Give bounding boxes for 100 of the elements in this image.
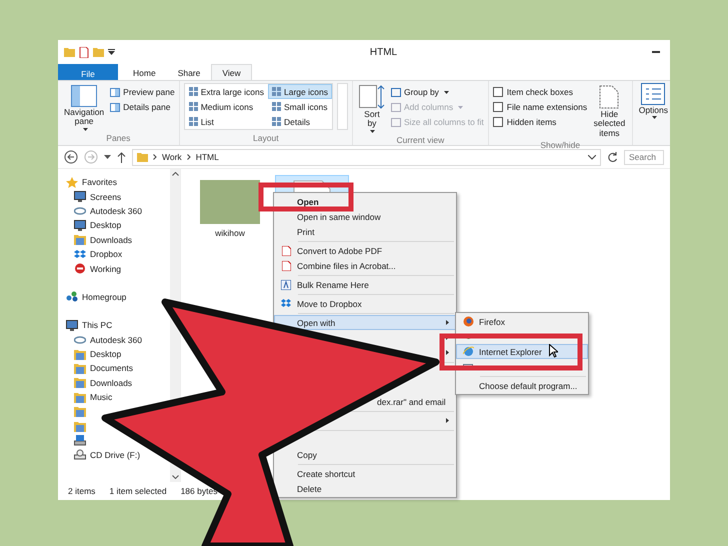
nav-item[interactable]: CD Drive (F:) — [90, 450, 140, 460]
star-icon — [66, 176, 78, 188]
nav-item[interactable]: Music — [90, 392, 112, 402]
grid-icon — [272, 102, 281, 111]
file-item[interactable]: wikihow — [193, 175, 267, 243]
nav-item[interactable]: Working — [90, 264, 122, 274]
checkbox[interactable]: Item check boxes — [492, 85, 588, 99]
nav-item[interactable]: Desktop — [90, 220, 122, 230]
menu-item[interactable]: Open in same window — [297, 212, 381, 222]
network-icon — [66, 291, 78, 302]
caret-icon — [82, 128, 88, 131]
address-bar[interactable]: Work HTML — [132, 148, 601, 166]
menu-item[interactable]: dex.rar" and email — [377, 396, 446, 406]
caret-icon — [370, 130, 376, 133]
group-caption: Current view — [396, 134, 446, 145]
caret-icon — [444, 90, 449, 94]
photo-placeholder — [200, 180, 260, 224]
ribbon-tab[interactable]: Share — [166, 64, 212, 80]
menu-item[interactable]: Print — [297, 226, 314, 236]
cloud-icon — [74, 205, 86, 216]
window-title: HTML — [368, 46, 398, 58]
nav-item[interactable]: Desktop — [90, 349, 122, 360]
mouse-cursor-icon — [549, 344, 558, 358]
nav-item[interactable]: Downloads — [90, 234, 132, 245]
folder-icon — [74, 234, 86, 246]
checkbox[interactable]: File name extensions — [492, 100, 588, 114]
folder-icon — [137, 152, 148, 162]
ribbon-tab[interactable]: Home — [122, 64, 167, 80]
rename-icon — [281, 280, 291, 290]
menu-item[interactable]: Delete — [297, 484, 322, 494]
file-name: wikihow — [215, 228, 245, 238]
nav-item[interactable]: Screens — [90, 192, 122, 202]
layout-option[interactable]: Details — [268, 114, 332, 129]
menu-item[interactable]: Open with — [297, 318, 336, 328]
view-command[interactable]: Group by — [390, 85, 484, 99]
pane-layout-icon — [110, 88, 120, 96]
back-icon[interactable] — [64, 150, 78, 164]
search-field[interactable]: Search — [624, 150, 664, 164]
navigation-pane-button[interactable]: Navigation pane — [62, 83, 106, 133]
scroll-down-icon[interactable] — [172, 475, 178, 479]
menu-item[interactable]: Combine files in Acrobat... — [297, 260, 396, 270]
pane-button[interactable]: Preview pane — [110, 85, 175, 99]
nav-item[interactable]: This PC — [82, 320, 112, 330]
monitor-icon — [74, 191, 86, 202]
breadcrumb[interactable]: HTML — [196, 152, 219, 162]
layout-option[interactable]: Extra large icons — [184, 84, 268, 99]
folder-icon — [74, 348, 86, 360]
document-icon[interactable] — [79, 46, 89, 58]
menu-item[interactable]: Move to Dropbox — [297, 298, 362, 308]
pane-layout-icon — [71, 85, 98, 107]
menu-item[interactable]: Convert to Adobe PDF — [297, 246, 382, 256]
pane-button[interactable]: Details pane — [110, 100, 175, 114]
up-arrow-icon[interactable] — [117, 152, 126, 162]
group-caption: Panes — [105, 133, 132, 145]
hide-selected-items-button[interactable]: Hide selected items — [591, 83, 628, 140]
options-button[interactable]: Options — [636, 81, 670, 145]
nav-item[interactable]: Documents — [90, 363, 133, 374]
group-caption: Layout — [252, 133, 280, 145]
box-icon — [74, 248, 86, 260]
nav-item[interactable]: Autodesk 360 — [90, 206, 142, 216]
menu-item[interactable]: Open — [297, 196, 319, 206]
group-caption: Show/hide — [539, 140, 582, 150]
menu-item[interactable]: Choose default program... — [479, 380, 578, 390]
folder-icon — [74, 362, 86, 374]
ribbon-tab[interactable]: View — [211, 64, 252, 80]
layout-option[interactable]: List — [184, 114, 268, 129]
grid-icon — [272, 87, 281, 96]
sort-icon — [358, 85, 385, 109]
grid-icon — [188, 102, 198, 111]
breadcrumb[interactable]: Work — [162, 152, 182, 162]
dropdown-icon[interactable] — [104, 155, 111, 159]
refresh-icon[interactable] — [607, 152, 618, 162]
dropdown-icon[interactable] — [108, 49, 115, 55]
cloud-icon — [74, 334, 86, 346]
status-text: 2 items — [68, 486, 96, 496]
nav-item[interactable]: Homegroup — [82, 292, 126, 302]
nav-item[interactable]: Downloads — [90, 378, 132, 388]
folder-icon — [74, 392, 86, 403]
sort-by-button[interactable]: Sort by — [356, 83, 387, 135]
nav-item[interactable]: Favorites — [82, 177, 117, 188]
layout-option[interactable]: Medium icons — [184, 99, 268, 114]
ribbon-tab[interactable]: File — [58, 64, 118, 80]
layout-option[interactable]: Small icons — [268, 99, 332, 114]
layout-option[interactable]: Large icons — [268, 84, 332, 99]
chevron-icon[interactable] — [186, 154, 191, 160]
checkbox[interactable]: Hidden items — [492, 115, 588, 129]
menu-item[interactable]: Create shortcut — [297, 468, 356, 478]
document-icon — [599, 85, 620, 109]
nav-item[interactable]: Dropbox — [90, 249, 122, 260]
column-icon — [390, 118, 401, 126]
menu-item[interactable]: Bulk Rename Here — [297, 280, 369, 290]
dropdown-icon[interactable] — [588, 154, 596, 160]
menu-item[interactable]: Copy — [297, 450, 317, 460]
pane-layout-icon — [110, 102, 120, 112]
no-entry-icon — [74, 263, 86, 274]
scroll-up-icon[interactable] — [172, 172, 178, 176]
menu-item[interactable]: Firefox — [479, 316, 505, 326]
grid-icon — [272, 117, 281, 126]
chevron-icon[interactable] — [153, 154, 157, 160]
nav-item[interactable]: Autodesk 360 — [90, 334, 142, 345]
